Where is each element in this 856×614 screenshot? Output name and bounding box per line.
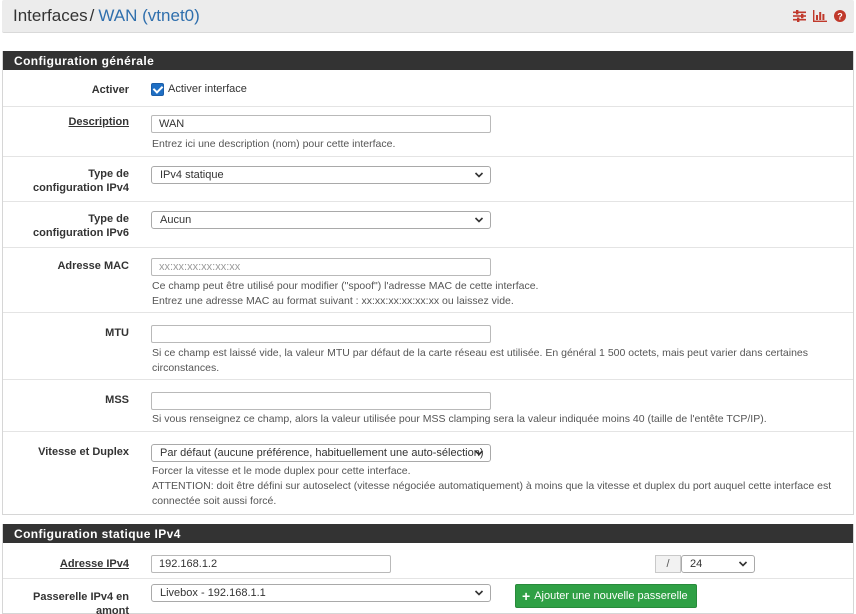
svg-text:?: ? (837, 11, 843, 21)
cidr-select[interactable]: 24 (681, 555, 755, 573)
chevron-down-icon (474, 590, 484, 596)
ipv4-type-label: Type de configuration IPv4 (33, 168, 129, 194)
cidr-slash: / (655, 555, 681, 573)
description-row: Description WAN Entrez ici une descripti… (3, 107, 853, 157)
description-input[interactable]: WAN (151, 115, 491, 133)
speed-duplex-value: Par défaut (aucune préférence, habituell… (160, 447, 484, 459)
general-config-panel: Configuration générale Activer Activer i… (2, 51, 854, 515)
ipv4-address-input[interactable]: 192.168.1.2 (151, 555, 391, 573)
ipv4-address-row: Adresse IPv4 192.168.1.2 / 24 (3, 543, 853, 579)
ipv4-gateway-row: Passerelle IPv4 en amont Livebox - 192.1… (3, 579, 853, 614)
ipv6-type-label: Type de configuration IPv6 (33, 213, 129, 239)
ipv4-type-value: IPv4 statique (160, 169, 224, 181)
cidr-value: 24 (690, 558, 703, 570)
enable-checkbox-label[interactable]: Activer interface (168, 83, 247, 95)
mac-input[interactable]: xx:xx:xx:xx:xx:xx (151, 258, 491, 276)
page-header: Interfaces / WAN (vtnet0) ? (2, 0, 854, 33)
header-icons: ? (793, 10, 846, 22)
ipv4-gateway-value: Livebox - 192.168.1.1 (160, 587, 266, 599)
enable-label: Activer (91, 84, 129, 96)
ipv4-gateway-label: Passerelle IPv4 en amont (32, 591, 129, 614)
chevron-down-icon (738, 561, 748, 567)
bar-chart-icon[interactable] (813, 10, 827, 22)
ipv6-type-row: Type de configuration IPv6 Aucun (3, 202, 853, 248)
plus-icon: + (522, 588, 531, 604)
static-ipv4-panel: Configuration statique IPv4 Adresse IPv4… (2, 524, 854, 614)
ipv6-type-select[interactable]: Aucun (151, 211, 491, 229)
ipv4-type-row: Type de configuration IPv4 IPv4 statique (3, 157, 853, 202)
mtu-row: MTU Si ce champ est laissé vide, la vale… (3, 313, 853, 380)
speed-duplex-row: Vitesse et Duplex Par défaut (aucune pré… (3, 432, 853, 514)
ipv4-type-select[interactable]: IPv4 statique (151, 166, 491, 184)
enable-checkbox[interactable] (151, 83, 164, 96)
chevron-down-icon (474, 172, 484, 178)
speed-duplex-select[interactable]: Par défaut (aucune préférence, habituell… (151, 444, 491, 462)
speed-duplex-help-line-1: Forcer la vitesse et le mode duplex pour… (152, 465, 411, 477)
mss-help: Si vous renseignez ce champ, alors la va… (152, 413, 767, 425)
chevron-down-icon (474, 450, 484, 456)
breadcrumb-separator: / (89, 6, 95, 25)
mac-row: Adresse MAC xx:xx:xx:xx:xx:xx Ce champ p… (3, 248, 853, 313)
sliders-icon[interactable] (793, 10, 806, 22)
mac-help-line-1: Ce champ peut être utilisé pour modifier… (152, 280, 539, 292)
speed-duplex-label: Vitesse et Duplex (38, 446, 129, 458)
mtu-label: MTU (105, 327, 129, 339)
ipv4-address-label[interactable]: Adresse IPv4 (60, 557, 129, 571)
ipv4-gateway-select[interactable]: Livebox - 192.168.1.1 (151, 584, 491, 602)
description-help: Entrez ici une description (nom) pour ce… (152, 138, 396, 150)
general-config-title: Configuration générale (3, 51, 853, 70)
description-label[interactable]: Description (68, 115, 129, 129)
mac-label: Adresse MAC (57, 260, 129, 272)
speed-duplex-help: Forcer la vitesse et le mode duplex pour… (152, 464, 842, 509)
speed-duplex-help-line-2: ATTENTION: doit être défini sur autosele… (152, 480, 832, 507)
help-icon[interactable]: ? (834, 10, 846, 22)
mss-input[interactable] (151, 392, 491, 410)
ipv6-type-value: Aucun (160, 214, 192, 226)
breadcrumb-root[interactable]: Interfaces (13, 6, 88, 25)
breadcrumb-current[interactable]: WAN (vtnet0) (98, 6, 199, 25)
mac-help-line-2: Entrez une adresse MAC au format suivant… (152, 295, 514, 307)
breadcrumb: Interfaces / WAN (vtnet0) (13, 6, 200, 26)
mss-label: MSS (105, 394, 129, 406)
mss-row: MSS Si vous renseignez ce champ, alors l… (3, 380, 853, 432)
static-ipv4-title: Configuration statique IPv4 (3, 524, 853, 543)
enable-row: Activer Activer interface (3, 70, 853, 107)
mtu-help: Si ce champ est laissé vide, la valeur M… (152, 347, 809, 374)
mtu-input[interactable] (151, 325, 491, 343)
add-gateway-button[interactable]: + Ajouter une nouvelle passerelle (515, 584, 697, 608)
chevron-down-icon (474, 217, 484, 223)
add-gateway-button-label: Ajouter une nouvelle passerelle (534, 590, 688, 602)
mac-help: Ce champ peut être utilisé pour modifier… (152, 279, 842, 309)
